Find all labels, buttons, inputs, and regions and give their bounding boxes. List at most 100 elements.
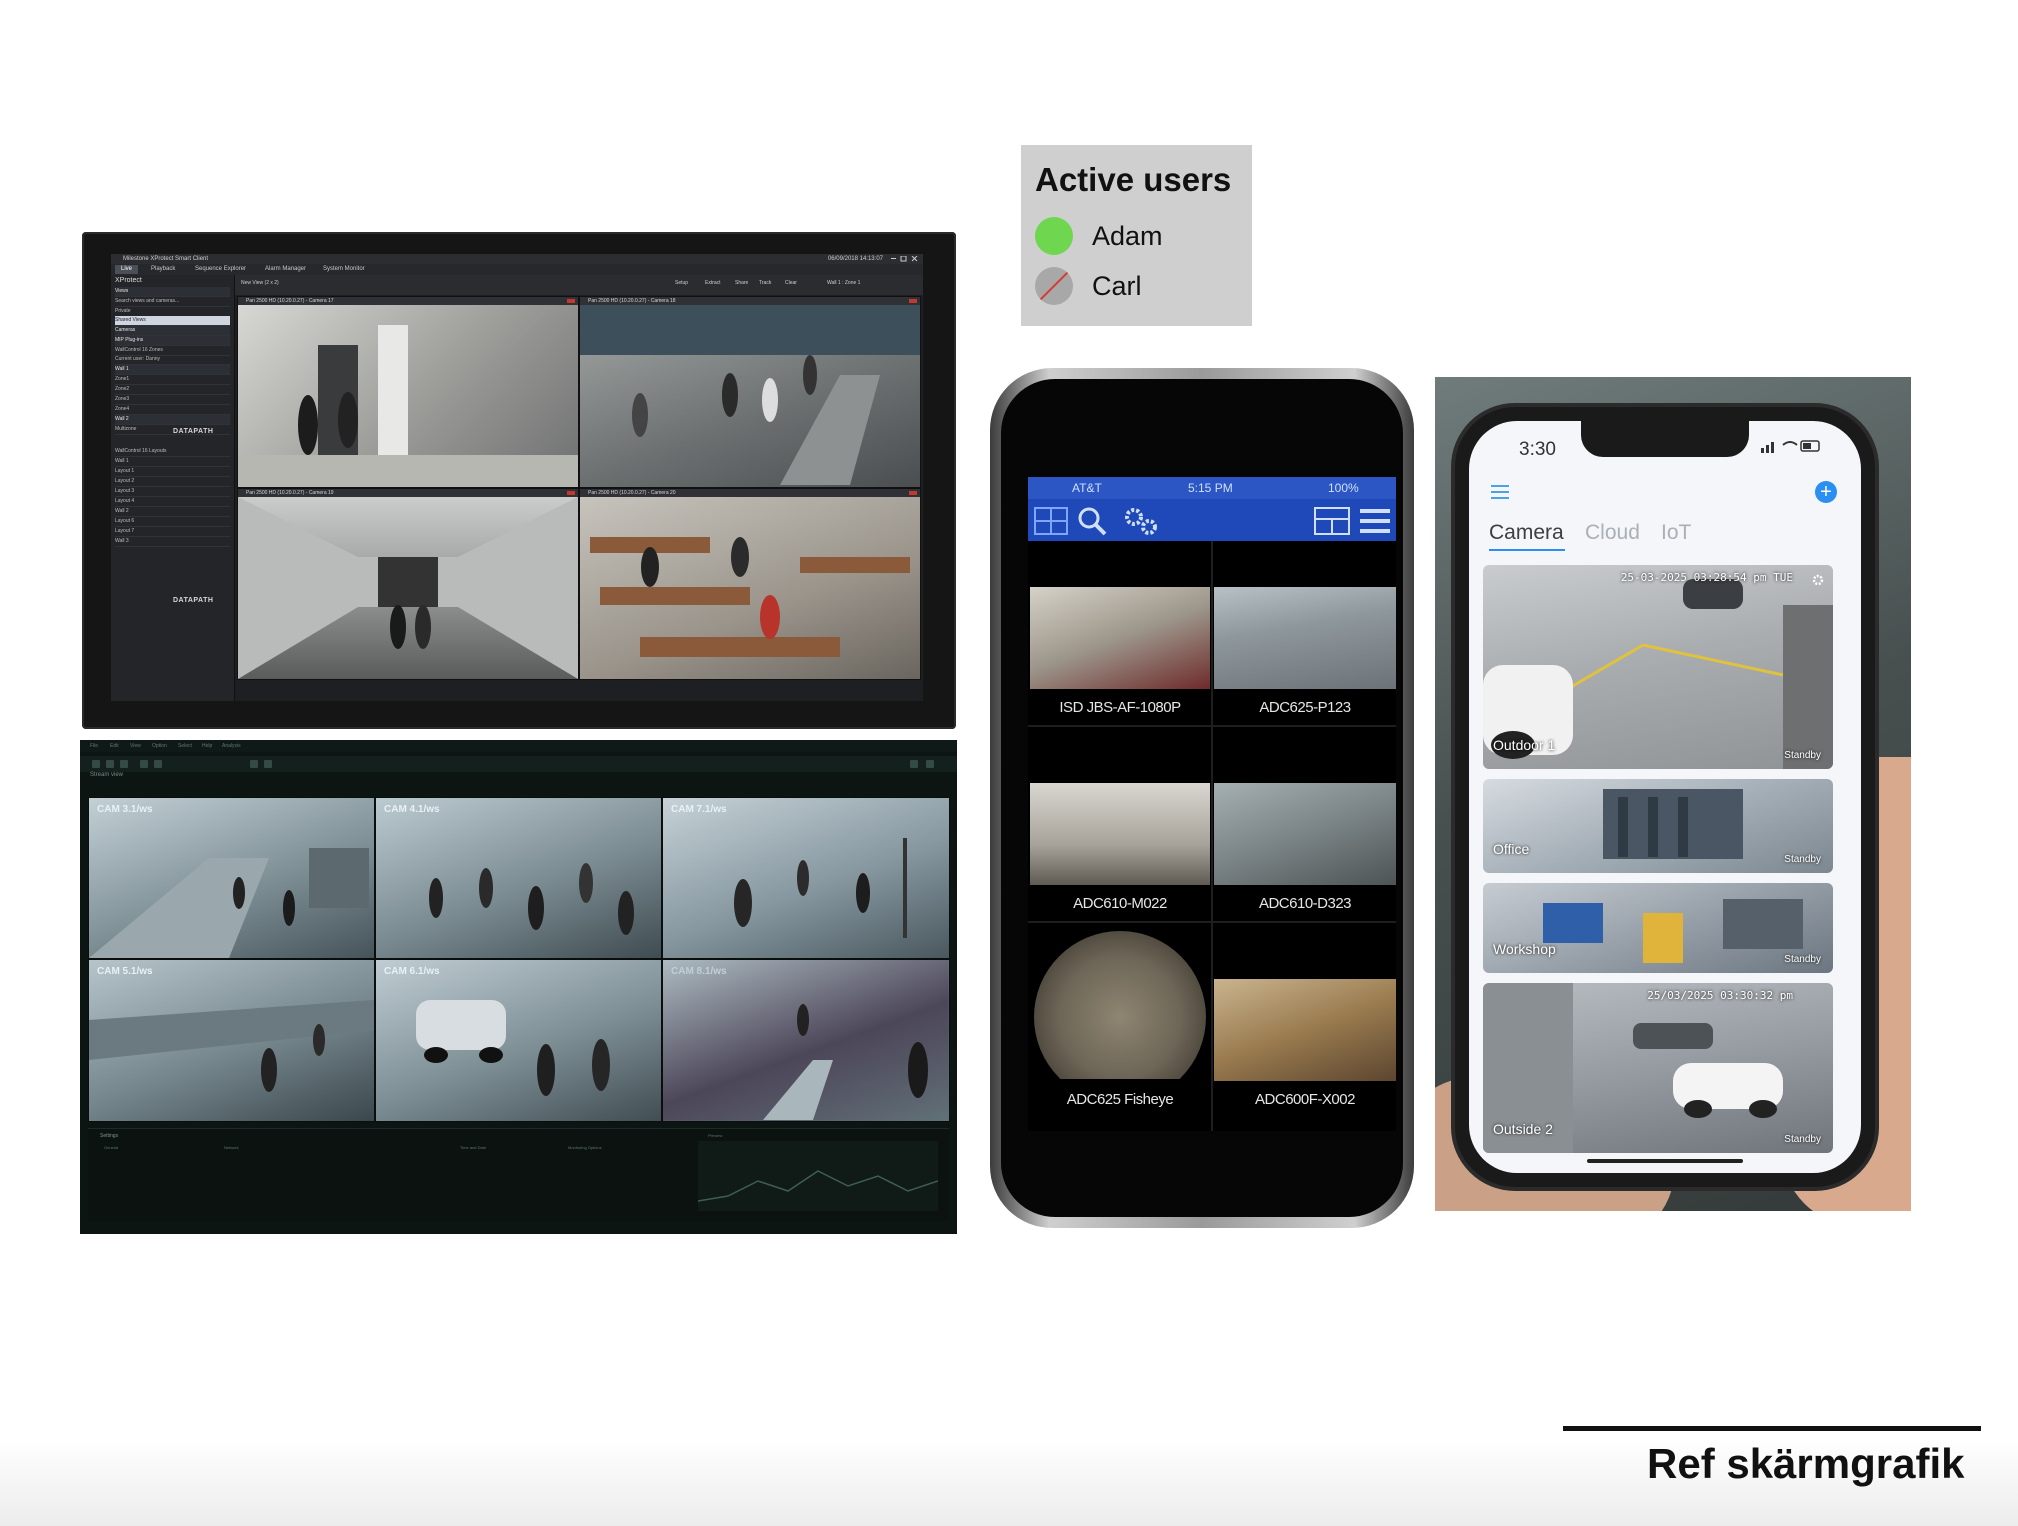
- camera-status: Standby: [1784, 854, 1821, 865]
- settings-panel: Settings General Network Time and Date M…: [88, 1128, 949, 1221]
- vms-toolbar: [80, 756, 957, 772]
- camera-card[interactable]: Office Standby: [1483, 779, 1833, 873]
- sidebar-layout-2[interactable]: Layout 2: [115, 477, 230, 487]
- section-network: Network: [224, 1145, 239, 1150]
- tab-alarm-manager[interactable]: Alarm Manager: [259, 265, 312, 274]
- sidebar-mip-plugins[interactable]: MIP Plug-ins: [115, 336, 230, 346]
- sidebar-zone1[interactable]: Zone1: [115, 375, 230, 385]
- sidebar-layout-3[interactable]: Layout 3: [115, 487, 230, 497]
- layout-icon[interactable]: [1314, 507, 1350, 535]
- toolbar-clear[interactable]: Clear: [785, 280, 797, 286]
- toolbar-wall-zone[interactable]: Wall 1 : Zone 1: [827, 280, 860, 286]
- sidebar-layout-wall-1[interactable]: Wall 1: [115, 457, 230, 467]
- carrier: AT&T: [1072, 481, 1102, 495]
- sidebar-zone2[interactable]: Zone2: [115, 385, 230, 395]
- camera-card[interactable]: 25-03-2025 03:28:54 pm TUE Outdoor 1 Sta…: [1483, 565, 1833, 769]
- menu-help[interactable]: Help: [202, 743, 212, 749]
- camera-tile[interactable]: Pan 2500 HD (10.20.0.27) - Camera 20: [579, 488, 921, 680]
- toolbar-button[interactable]: [926, 760, 934, 768]
- view-select[interactable]: New View (2 x 2): [241, 280, 279, 286]
- sidebar-shared-views[interactable]: Shared Views: [115, 316, 230, 326]
- settings-gears-icon[interactable]: [1122, 505, 1160, 537]
- sidebar-views[interactable]: Views: [115, 287, 230, 297]
- camera-caption: Pan 2500 HD (10.20.0.27) - Camera 19: [238, 489, 578, 497]
- camera-tile[interactable]: [1214, 979, 1396, 1081]
- toolbar-setup[interactable]: Setup: [675, 280, 688, 286]
- pause-icon[interactable]: [140, 760, 148, 768]
- camera-tile[interactable]: CAM 3.1/ws: [88, 797, 375, 959]
- tab-system-monitor[interactable]: System Monitor: [317, 265, 371, 274]
- toolbar-button[interactable]: [250, 760, 258, 768]
- sidebar-wall-2[interactable]: Wall 2: [115, 415, 230, 425]
- title-rule: [1563, 1426, 1981, 1431]
- camera-card[interactable]: 25/03/2025 03:30:32 pm Outside 2 Standby: [1483, 983, 1833, 1153]
- toolbar-track[interactable]: Track: [759, 280, 771, 286]
- sidebar-layout-7[interactable]: Layout 7: [115, 527, 230, 537]
- sidebar-layout-6[interactable]: Layout 6: [115, 517, 230, 527]
- camera-tile[interactable]: CAM 7.1/ws: [662, 797, 950, 959]
- toolbar-button[interactable]: [910, 760, 918, 768]
- camera-tile[interactable]: CAM 5.1/ws: [88, 959, 375, 1122]
- tab-sequence-explorer[interactable]: Sequence Explorer: [189, 265, 252, 274]
- scene-workshop: [1543, 899, 1803, 963]
- scene-lobby: [238, 325, 578, 487]
- sidebar-zone4[interactable]: Zone4: [115, 405, 230, 415]
- phone-screen: AT&T 5:15 PM 100% ISD JBS-AF-1080P ADC62…: [1028, 477, 1396, 1131]
- camera-tile[interactable]: [1030, 783, 1210, 885]
- tab-live[interactable]: Live: [115, 265, 139, 274]
- camera-card[interactable]: Workshop Standby: [1483, 883, 1833, 973]
- camera-tile[interactable]: Pan 2500 HD (10.20.0.27) - Camera 18: [579, 296, 921, 488]
- grid-view-icon[interactable]: [1034, 507, 1068, 535]
- sidebar-zone3[interactable]: Zone3: [115, 395, 230, 405]
- sidebar-cameras[interactable]: Cameras: [115, 326, 230, 336]
- home-indicator[interactable]: [1587, 1159, 1743, 1163]
- sidebar-layout-wall-3[interactable]: Wall 3: [115, 537, 230, 547]
- menu-file[interactable]: File: [90, 743, 98, 749]
- window-controls-icon[interactable]: [889, 256, 919, 262]
- sidebar-search[interactable]: Search views and cameras...: [115, 297, 230, 307]
- user-name-carl: Carl: [1092, 271, 1142, 301]
- camera-tile[interactable]: [1030, 929, 1210, 1079]
- play-icon[interactable]: [154, 760, 162, 768]
- menu-icon[interactable]: [1491, 485, 1509, 499]
- tab-playback[interactable]: Playback: [145, 265, 181, 274]
- tab-cloud[interactable]: Cloud: [1585, 521, 1640, 545]
- camera-tile[interactable]: Pan 2500 HD (10.20.0.27) - Camera 17: [237, 296, 579, 488]
- datapath-logo: DATAPATH: [173, 428, 214, 435]
- toolbar-button[interactable]: [92, 760, 100, 768]
- camera-tile[interactable]: [1214, 587, 1396, 689]
- recording-icon: [909, 299, 917, 303]
- xprotect-toolbar: New View (2 x 2) Setup Extract Share Tra…: [235, 275, 923, 295]
- camera-tile[interactable]: CAM 8.1/ws: [662, 959, 950, 1122]
- camera-tile[interactable]: Pan 2500 HD (10.20.0.27) - Camera 19: [237, 488, 579, 680]
- toolbar-button[interactable]: [120, 760, 128, 768]
- menu-analysis[interactable]: Analysis: [222, 743, 241, 749]
- settings-title: Settings: [100, 1133, 119, 1139]
- gear-icon[interactable]: [1811, 573, 1825, 587]
- camera-tile[interactable]: [1214, 783, 1396, 885]
- menu-icon[interactable]: [1358, 507, 1392, 535]
- camera-tile[interactable]: CAM 4.1/ws: [375, 797, 662, 959]
- sidebar-wall-1[interactable]: Wall 1: [115, 365, 230, 375]
- phone-frame: AT&T 5:15 PM 100% ISD JBS-AF-1080P ADC62…: [990, 368, 1414, 1228]
- menu-edit[interactable]: Edit: [110, 743, 119, 749]
- add-icon[interactable]: +: [1815, 481, 1837, 503]
- toolbar-extract[interactable]: Extract: [705, 280, 721, 286]
- search-icon[interactable]: [1076, 505, 1108, 537]
- sidebar-layout-wall-2[interactable]: Wall 2: [115, 507, 230, 517]
- toolbar-button[interactable]: [264, 760, 272, 768]
- menu-view[interactable]: View: [130, 743, 141, 749]
- camera-caption: Pan 2500 HD (10.20.0.27) - Camera 18: [580, 297, 920, 305]
- menu-option[interactable]: Option: [152, 743, 167, 749]
- camera-tile[interactable]: [1030, 587, 1210, 689]
- sidebar-layout-4[interactable]: Layout 4: [115, 497, 230, 507]
- toolbar-button[interactable]: [106, 760, 114, 768]
- toolbar-share[interactable]: Share: [735, 280, 748, 286]
- tab-camera[interactable]: Camera: [1489, 521, 1564, 545]
- menu-select[interactable]: Select: [178, 743, 192, 749]
- camera-tile[interactable]: CAM 6.1/ws: [375, 959, 662, 1122]
- sidebar-layout-1[interactable]: Layout 1: [115, 467, 230, 477]
- recording-icon: [909, 491, 917, 495]
- section-monitoring: Monitoring Options: [568, 1145, 602, 1150]
- tab-iot[interactable]: IoT: [1661, 521, 1691, 545]
